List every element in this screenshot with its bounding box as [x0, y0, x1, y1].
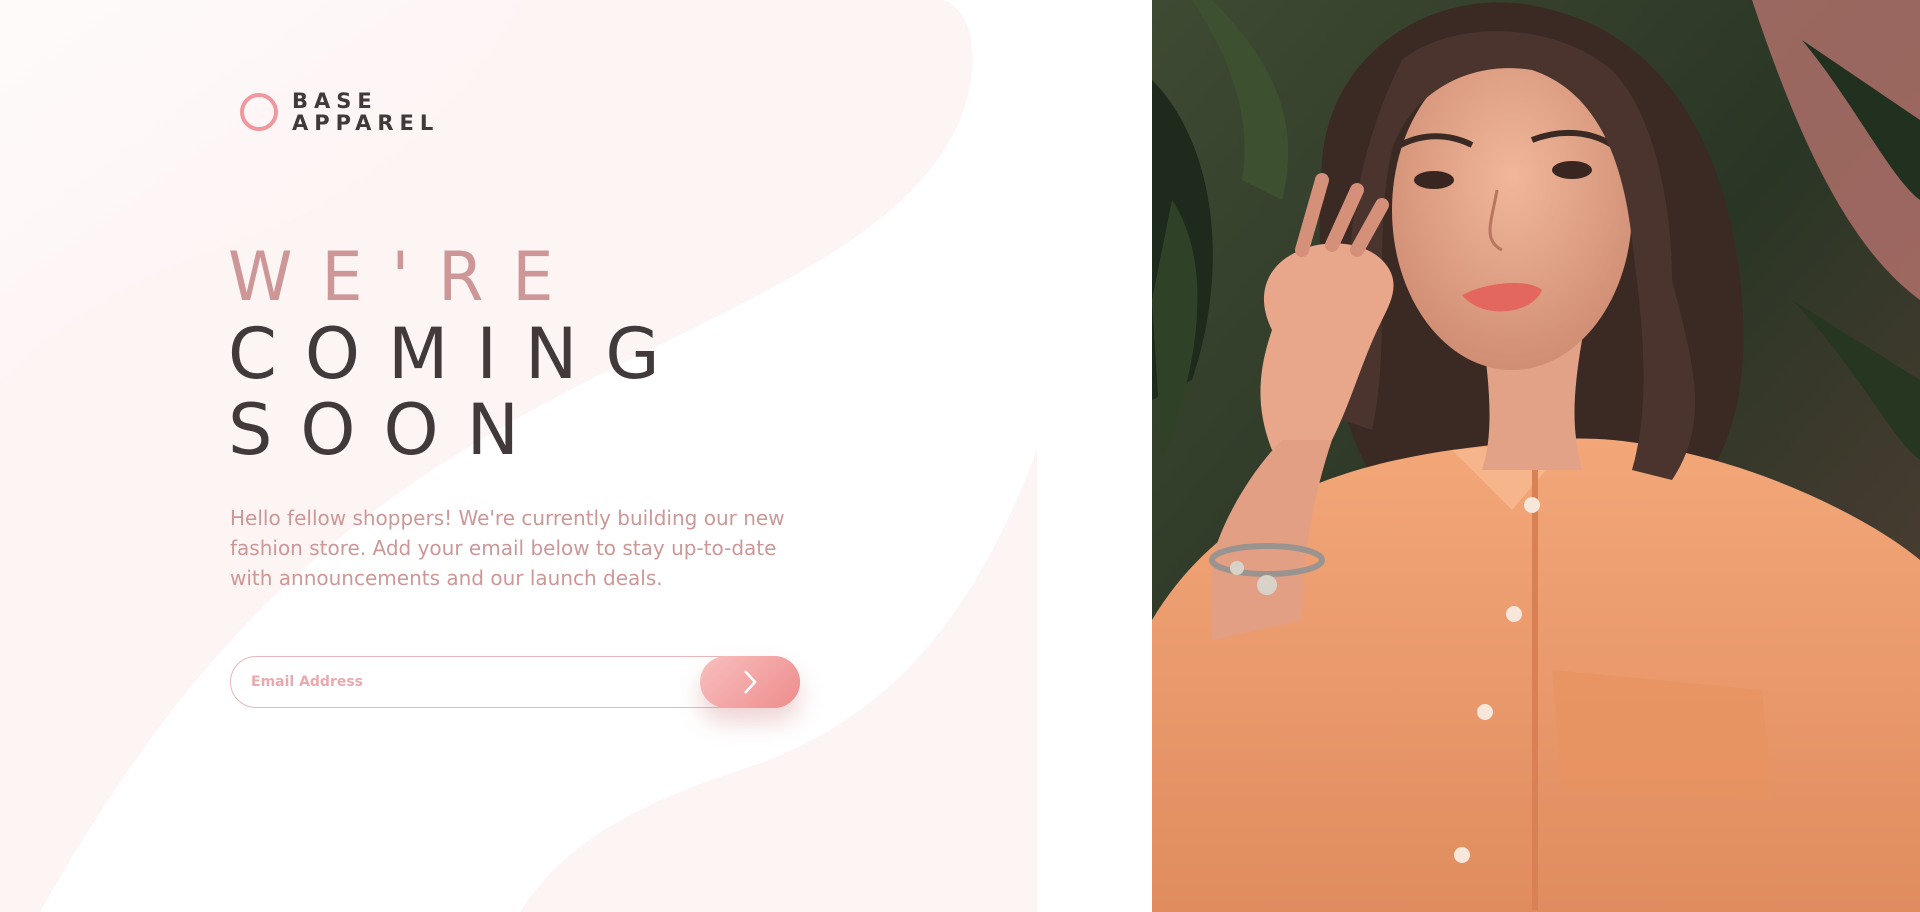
headline-dark-line1: COMING [228, 313, 688, 395]
email-signup-form [230, 656, 800, 708]
brand-logo[interactable]: BASE APPAREL [240, 90, 439, 134]
email-input[interactable] [251, 657, 691, 707]
brand-name-line2: APPAREL [292, 111, 440, 135]
headline-dark-line2: SOON [228, 389, 547, 471]
intro-text: Hello fellow shoppers! We're currently b… [230, 506, 785, 590]
logo-ring-icon [240, 93, 278, 131]
panel-gap [1037, 0, 1152, 912]
woman-in-orange-shirt-photo [1152, 0, 1920, 912]
brand-name: BASE APPAREL [292, 90, 439, 134]
page-headline: WE'RE COMING SOON [228, 238, 688, 471]
brand-name-line1: BASE [292, 89, 378, 113]
submit-button[interactable] [700, 656, 800, 708]
hero-image [1152, 0, 1920, 912]
left-panel: BASE APPAREL WE'RE COMING SOON Hello fel… [0, 0, 1152, 912]
chevron-right-icon [744, 670, 757, 694]
headline-light: WE'RE [228, 238, 583, 317]
